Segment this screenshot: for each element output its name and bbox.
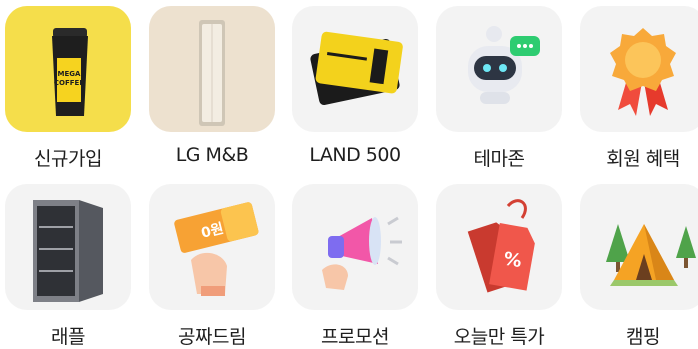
robot-chat-icon (468, 26, 540, 104)
coupon-hand-icon: 0원 (174, 202, 259, 296)
refrigerator-icon (33, 200, 103, 302)
svg-text:COFFEE: COFFEE (54, 79, 84, 87)
menu-label: 공짜드림 (178, 326, 246, 348)
membership-card-icon (310, 31, 403, 106)
menu-label: 프로모션 (321, 326, 389, 348)
menu-tile-benefits[interactable] (580, 6, 698, 132)
medal-badge-icon (610, 28, 676, 116)
svg-text:%: % (502, 248, 523, 272)
menu-tile-themezone[interactable] (436, 6, 562, 132)
menu-tile-land500[interactable] (292, 6, 418, 132)
menu-label: 테마존 (473, 148, 525, 170)
mega-coffee-cup-icon: MEGA COFFEE (52, 28, 88, 116)
menu-label: 회원 혜택 (606, 148, 680, 170)
menu-tile-lg[interactable] (149, 6, 275, 132)
menu-tile-promotion[interactable] (292, 184, 418, 310)
menu-label: LAND 500 (309, 144, 401, 166)
megaphone-icon (322, 216, 402, 290)
lg-styler-icon (199, 20, 225, 126)
sale-tag-icon: % (467, 199, 535, 293)
menu-tile-free[interactable]: 0원 (149, 184, 275, 310)
menu-label: 캠핑 (626, 326, 660, 348)
menu-label: 오늘만 특가 (453, 326, 545, 348)
menu-grid: MEGA COFFEE 신규가입 LG M&B LAND 500 테마존 회원 … (0, 0, 698, 348)
menu-tile-signup[interactable]: MEGA COFFEE (5, 6, 131, 132)
menu-label: 신규가입 (34, 148, 102, 170)
camping-tent-icon (606, 224, 696, 286)
menu-label: LG M&B (175, 144, 249, 166)
menu-label: 래플 (51, 326, 85, 348)
svg-text:MEGA: MEGA (58, 70, 81, 78)
menu-tile-today-deal[interactable]: % (436, 184, 562, 310)
menu-tile-raffle[interactable] (5, 184, 131, 310)
menu-tile-camping[interactable] (580, 184, 698, 310)
